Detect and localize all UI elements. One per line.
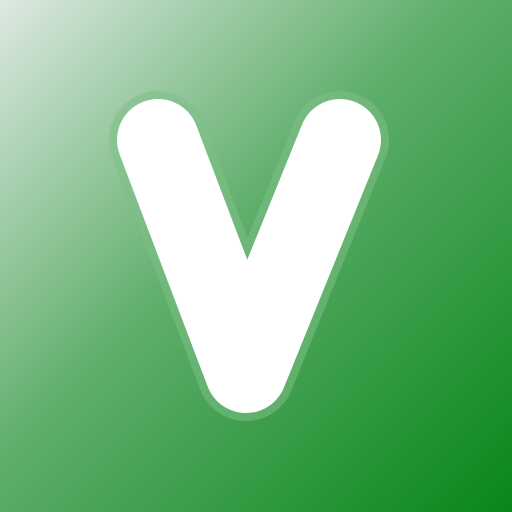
v-logo-icon — [0, 0, 512, 512]
app-icon-tile — [0, 0, 512, 512]
